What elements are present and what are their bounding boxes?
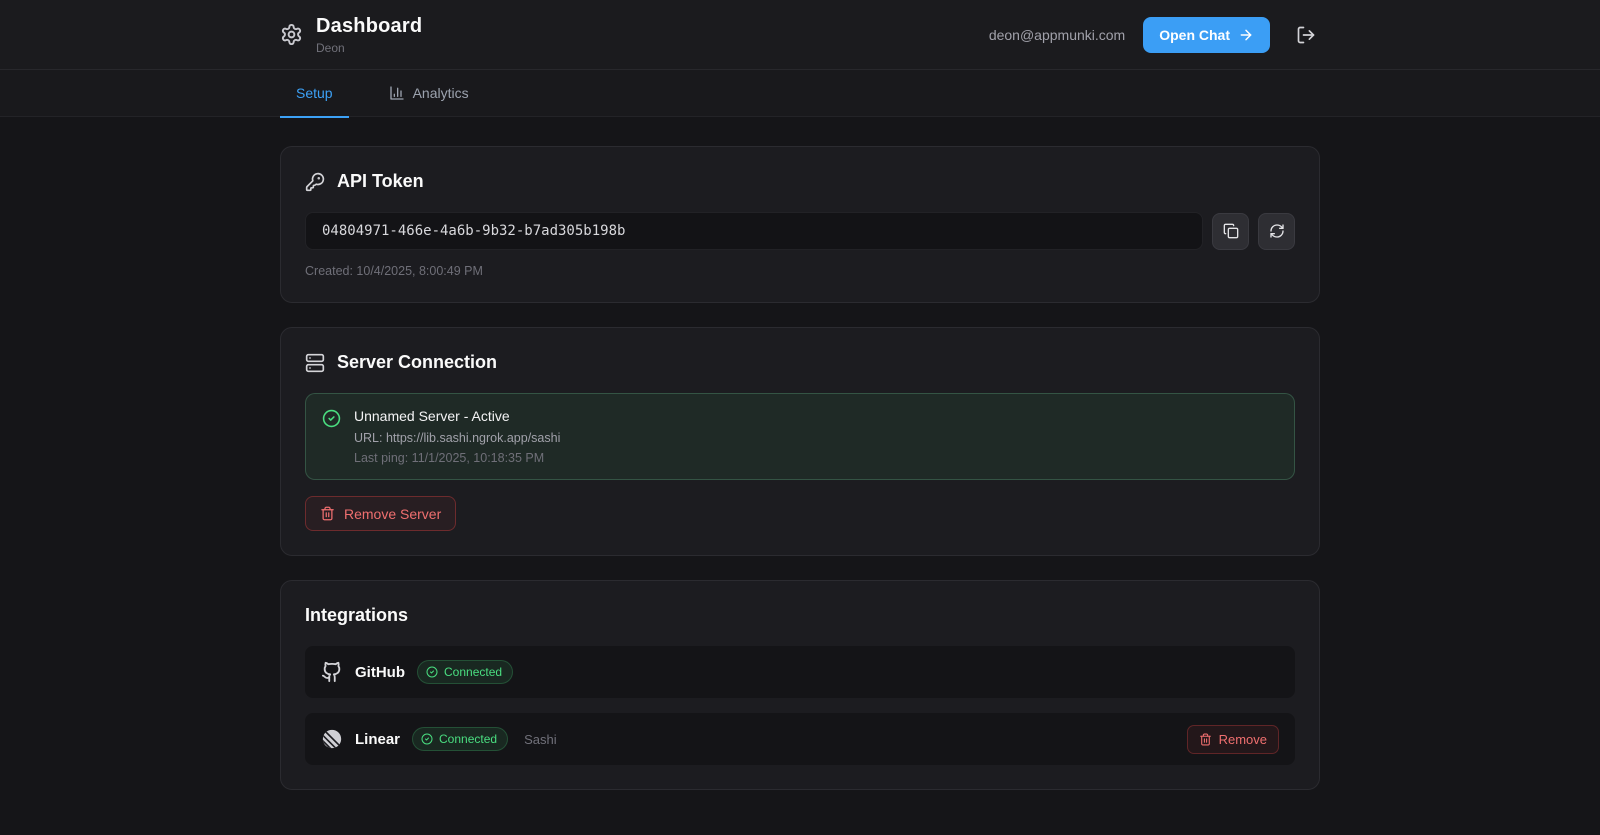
integration-name: Linear: [355, 731, 400, 748]
page-subtitle: Deon: [316, 41, 422, 55]
linear-icon: [321, 728, 343, 750]
remove-server-label: Remove Server: [344, 506, 441, 522]
integration-row-linear: Linear Connected Sashi Remove: [305, 713, 1295, 765]
api-token-input[interactable]: [305, 212, 1203, 250]
server-status-box: Unnamed Server - Active URL: https://lib…: [305, 393, 1295, 480]
status-badge: Connected: [417, 660, 513, 684]
arrow-right-icon: [1238, 27, 1254, 43]
server-connection-title: Server Connection: [337, 352, 497, 373]
server-status-title: Unnamed Server - Active: [354, 408, 560, 424]
gear-icon: [280, 23, 303, 46]
refresh-icon: [1269, 223, 1285, 239]
token-created-text: Created: 10/4/2025, 8:00:49 PM: [305, 264, 1295, 278]
logout-button[interactable]: [1292, 21, 1320, 49]
regenerate-token-button[interactable]: [1258, 213, 1295, 250]
remove-integration-button[interactable]: Remove: [1187, 725, 1279, 754]
tab-analytics[interactable]: Analytics: [373, 70, 485, 118]
api-token-card: API Token Created: 10/4/2025, 8:00:49 PM: [280, 146, 1320, 303]
server-icon: [305, 353, 325, 373]
bar-chart-icon: [389, 85, 405, 101]
remove-integration-label: Remove: [1219, 732, 1267, 747]
server-last-ping: Last ping: 11/1/2025, 10:18:35 PM: [354, 451, 560, 465]
check-circle-icon: [322, 409, 341, 428]
status-badge: Connected: [412, 727, 508, 751]
copy-token-button[interactable]: [1212, 213, 1249, 250]
server-url: URL: https://lib.sashi.ngrok.app/sashi: [354, 431, 560, 445]
copy-icon: [1223, 223, 1239, 239]
trash-icon: [320, 506, 335, 521]
badge-check-icon: [426, 666, 438, 678]
tab-setup-label: Setup: [296, 85, 333, 101]
main-content: API Token Created: 10/4/2025, 8:00:49 PM…: [280, 117, 1320, 822]
remove-server-button[interactable]: Remove Server: [305, 496, 456, 531]
integration-detail: Sashi: [524, 732, 557, 747]
key-icon: [305, 172, 325, 192]
badge-check-icon: [421, 733, 433, 745]
status-badge-label: Connected: [444, 665, 502, 679]
tab-setup[interactable]: Setup: [280, 70, 349, 118]
tab-analytics-label: Analytics: [413, 85, 469, 101]
integrations-card: Integrations GitHub Connected: [280, 580, 1320, 790]
github-icon: [321, 661, 343, 683]
server-connection-card: Server Connection Unnamed Server - Activ…: [280, 327, 1320, 556]
api-token-title: API Token: [337, 171, 424, 192]
logout-icon: [1296, 25, 1316, 45]
integration-name: GitHub: [355, 664, 405, 681]
tab-bar: Setup Analytics: [0, 70, 1600, 117]
user-email: deon@appmunki.com: [989, 27, 1125, 43]
status-badge-label: Connected: [439, 732, 497, 746]
trash-icon: [1199, 733, 1212, 746]
integration-row-github: GitHub Connected: [305, 646, 1295, 698]
app-header: Dashboard Deon deon@appmunki.com Open Ch…: [0, 0, 1600, 70]
page-title: Dashboard: [316, 15, 422, 38]
open-chat-button[interactable]: Open Chat: [1143, 17, 1270, 53]
title-block: Dashboard Deon: [316, 15, 422, 55]
open-chat-label: Open Chat: [1159, 27, 1230, 43]
integrations-title: Integrations: [305, 605, 408, 626]
